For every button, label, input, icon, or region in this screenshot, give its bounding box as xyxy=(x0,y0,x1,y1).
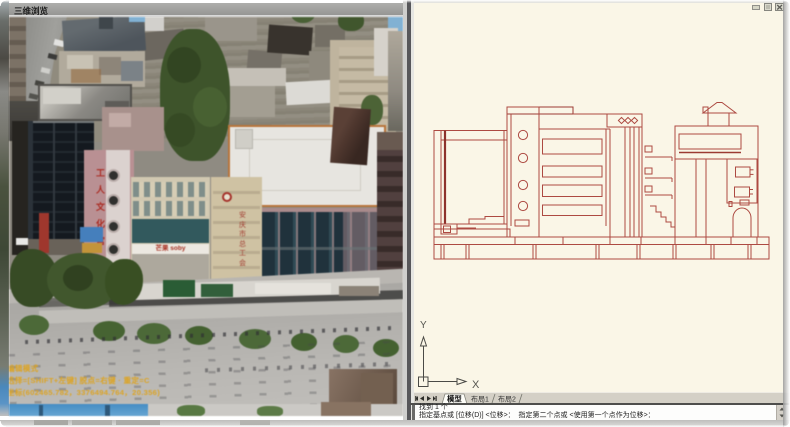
svg-text:X: X xyxy=(472,379,480,391)
svg-text:Y: Y xyxy=(420,320,427,331)
